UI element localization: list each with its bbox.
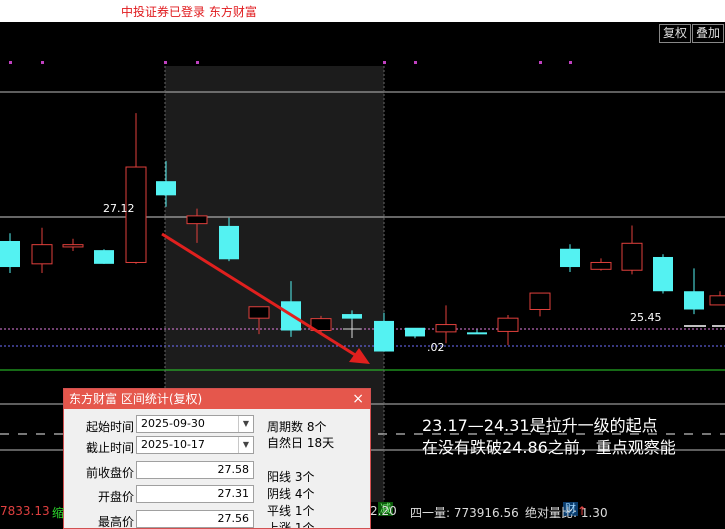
end-time-row: 截止时间 2025-10-17 ▼: [64, 436, 264, 456]
candle-body[interactable]: [62, 244, 84, 248]
candle-body[interactable]: [405, 327, 425, 337]
footer-left-value: 7833.13: [0, 504, 50, 518]
end-time-select[interactable]: 2025-10-17 ▼: [136, 436, 254, 454]
candle-body[interactable]: [219, 225, 239, 260]
dialog-title: 东方财富 区间统计(复权): [69, 392, 203, 406]
login-status-text: 中投证券已登录 东方财富: [121, 5, 257, 19]
start-time-label: 起始时间: [85, 420, 134, 434]
end-time-label: 截止时间: [85, 441, 134, 455]
candle-body[interactable]: [435, 324, 457, 333]
event-dot: [383, 61, 386, 64]
event-dots: [9, 61, 572, 64]
yang-count: 阳线 3个: [267, 470, 315, 484]
footer-shrink-mark: 缩: [52, 506, 65, 520]
prev-close-label: 前收盘价: [85, 466, 134, 480]
event-dot: [41, 61, 44, 64]
start-time-value: 2025-09-30: [141, 417, 205, 430]
price-label-high: 27.12: [103, 202, 135, 215]
candle-body[interactable]: [560, 248, 580, 268]
candle-body[interactable]: [467, 332, 487, 335]
start-time-row: 起始时间 2025-09-30 ▼: [64, 415, 264, 435]
event-dot: [9, 61, 12, 64]
period-count: 周期数 8个: [267, 420, 327, 434]
candle-body[interactable]: [590, 261, 612, 270]
chevron-down-icon[interactable]: ▼: [238, 416, 253, 432]
adjust-price-button[interactable]: 复权: [659, 24, 692, 43]
event-dot: [569, 61, 572, 64]
chart-toolbar: 复权 叠加: [0, 22, 725, 44]
footer-ratio: 绝对量比: 1.30: [525, 506, 608, 520]
prev-close-row: 前收盘价 27.58: [64, 461, 264, 481]
dialog-title-bar[interactable]: 东方财富 区间统计(复权) ×: [64, 389, 370, 409]
start-time-select[interactable]: 2025-09-30 ▼: [136, 415, 254, 433]
footer-siyi: 四一量: 773916.56: [410, 506, 519, 520]
event-dot: [196, 61, 199, 64]
overlay-button[interactable]: 叠加: [692, 24, 725, 43]
candle-body[interactable]: [94, 250, 114, 264]
candle-body[interactable]: [497, 317, 519, 332]
candle-body[interactable]: [156, 181, 176, 196]
annotation-line-2: 在没有跌破24.86之前，重点观察能: [422, 438, 676, 457]
price-label-box: .02: [427, 341, 445, 354]
indicator-footer: 7833.13 缩 减 财 2.20 四一量: 773916.56 绝对量比: …: [0, 502, 725, 529]
candle-body[interactable]: [684, 291, 704, 310]
open-price-field[interactable]: 27.31: [136, 485, 254, 503]
candle-body[interactable]: [529, 292, 551, 310]
annotation-line-1: 23.17—24.31是拉升一级的起点: [422, 416, 658, 435]
candle-body[interactable]: [186, 215, 208, 225]
candle-body[interactable]: [0, 241, 20, 268]
event-dot: [164, 61, 167, 64]
natural-days: 自然日 18天: [267, 436, 335, 450]
candle-body[interactable]: [653, 256, 673, 292]
candle-body[interactable]: [709, 295, 725, 306]
candle-body[interactable]: [342, 314, 362, 319]
candle-body[interactable]: [31, 244, 53, 265]
event-dot: [414, 61, 417, 64]
yin-count: 阴线 4个: [267, 487, 315, 501]
candle-body[interactable]: [374, 320, 394, 352]
candle-body[interactable]: [621, 242, 643, 271]
close-icon[interactable]: ×: [352, 389, 364, 409]
up-arrow-icon: ↑: [577, 504, 588, 518]
top-status-bar: 中投证券已登录 东方财富: [0, 0, 725, 22]
event-dot: [539, 61, 542, 64]
prev-close-field[interactable]: 27.58: [136, 461, 254, 479]
end-time-value: 2025-10-17: [141, 438, 205, 451]
price-label-low: 25.45: [630, 311, 662, 324]
chevron-down-icon[interactable]: ▼: [238, 437, 253, 453]
candle-body[interactable]: [248, 306, 270, 319]
footer-mid-value: 2.20: [370, 504, 397, 518]
